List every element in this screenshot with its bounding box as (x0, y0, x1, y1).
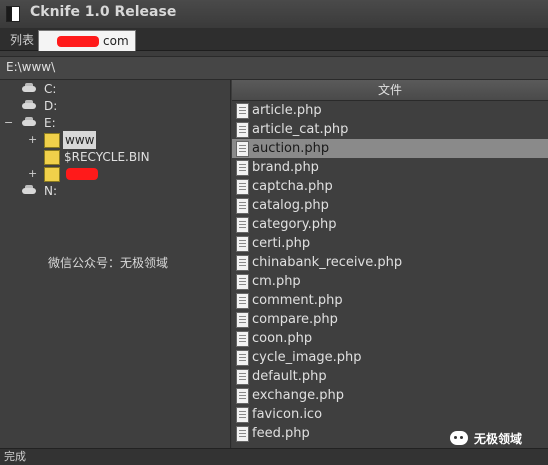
expand-icon[interactable]: + (28, 165, 37, 183)
file-icon (236, 426, 249, 442)
file-name: article.php (252, 103, 322, 118)
file-name: favicon.ico (252, 407, 323, 422)
file-name: captcha.php (252, 179, 333, 194)
tab-bar: 列表 com (0, 28, 548, 51)
file-name: certi.php (252, 236, 311, 251)
tab-list[interactable]: 列表 (4, 30, 40, 50)
file-name: compare.php (252, 312, 338, 327)
file-icon (236, 350, 249, 366)
file-row[interactable]: cycle_image.php (232, 348, 548, 367)
collapse-icon[interactable]: − (4, 114, 13, 132)
file-row[interactable]: compare.php (232, 310, 548, 329)
path-input[interactable]: E:\www\ (2, 59, 546, 76)
drive-icon (22, 100, 36, 109)
file-name: article_cat.php (252, 122, 349, 137)
file-icon (236, 255, 249, 271)
drive-icon (22, 117, 36, 126)
file-icon (236, 160, 249, 176)
drive-icon (22, 185, 36, 194)
app-icon (6, 6, 20, 22)
tab-site-suffix: com (103, 34, 129, 48)
file-name: feed.php (252, 426, 310, 441)
file-icon (236, 198, 249, 214)
file-row[interactable]: favicon.ico (232, 405, 548, 424)
file-row[interactable]: certi.php (232, 234, 548, 253)
file-icon (236, 103, 249, 119)
redaction-mark (57, 36, 99, 47)
column-header-file[interactable]: 文件 (232, 80, 548, 101)
watermark-text: 微信公众号：无极领域 (48, 256, 169, 270)
file-list: 文件 article.php article_cat.php auction.php… (232, 80, 548, 448)
file-row[interactable]: category.php (232, 215, 548, 234)
file-row[interactable]: auction.php (232, 139, 548, 158)
file-row[interactable]: article.php (232, 101, 548, 120)
tree-item-e[interactable]: − E: (4, 114, 84, 132)
file-row[interactable]: coon.php (232, 329, 548, 348)
status-bar: 完成 (0, 448, 548, 465)
tree-item-recycle-bin[interactable]: $RECYCLE.BIN (44, 148, 174, 166)
tab-site[interactable]: com (38, 30, 136, 51)
file-row[interactable]: brand.php (232, 158, 548, 177)
file-row[interactable]: exchange.php (232, 386, 548, 405)
folder-icon (44, 167, 60, 182)
file-icon (236, 312, 249, 328)
file-name: brand.php (252, 160, 319, 175)
file-row[interactable]: chinabank_receive.php (232, 253, 548, 272)
file-row[interactable]: default.php (232, 367, 548, 386)
tree-item-d[interactable]: D: (22, 97, 82, 115)
file-name: catalog.php (252, 198, 329, 213)
wechat-watermark-text: 无极领域 (474, 432, 523, 446)
file-row[interactable]: article_cat.php (232, 120, 548, 139)
drive-icon (22, 83, 36, 92)
file-icon (236, 141, 249, 157)
tree-item-redacted[interactable]: + (28, 165, 108, 183)
wechat-icon (450, 431, 468, 445)
path-bar: E:\www\ (0, 56, 548, 80)
file-icon (236, 236, 249, 252)
file-icon (236, 274, 249, 290)
file-icon (236, 179, 249, 195)
file-name: cm.php (252, 274, 301, 289)
tree-item-c[interactable]: C: (22, 80, 82, 98)
tree-item-www[interactable]: + www (28, 131, 108, 149)
folder-icon (44, 150, 60, 165)
file-row[interactable]: cm.php (232, 272, 548, 291)
file-name: cycle_image.php (252, 350, 362, 365)
file-icon (236, 331, 249, 347)
file-icon (236, 217, 249, 233)
file-name: coon.php (252, 331, 313, 346)
file-name: category.php (252, 217, 337, 232)
window-title: Cknife 1.0 Release (30, 4, 177, 20)
file-row[interactable]: catalog.php (232, 196, 548, 215)
file-row[interactable]: comment.php (232, 291, 548, 310)
redaction-mark (66, 168, 98, 180)
file-name: default.php (252, 369, 327, 384)
status-text: 完成 (4, 450, 26, 463)
expand-icon[interactable]: + (28, 131, 37, 149)
file-icon (236, 388, 249, 404)
file-icon (236, 369, 249, 385)
file-icon (236, 407, 249, 423)
file-name: comment.php (252, 293, 343, 308)
file-row[interactable]: captcha.php (232, 177, 548, 196)
file-name: auction.php (252, 141, 330, 156)
file-name: chinabank_receive.php (252, 255, 403, 270)
file-icon (236, 122, 249, 138)
file-icon (236, 293, 249, 309)
title-bar: Cknife 1.0 Release (0, 0, 548, 28)
folder-icon (44, 133, 60, 148)
file-name: exchange.php (252, 388, 344, 403)
tree-item-n[interactable]: N: (22, 182, 82, 200)
